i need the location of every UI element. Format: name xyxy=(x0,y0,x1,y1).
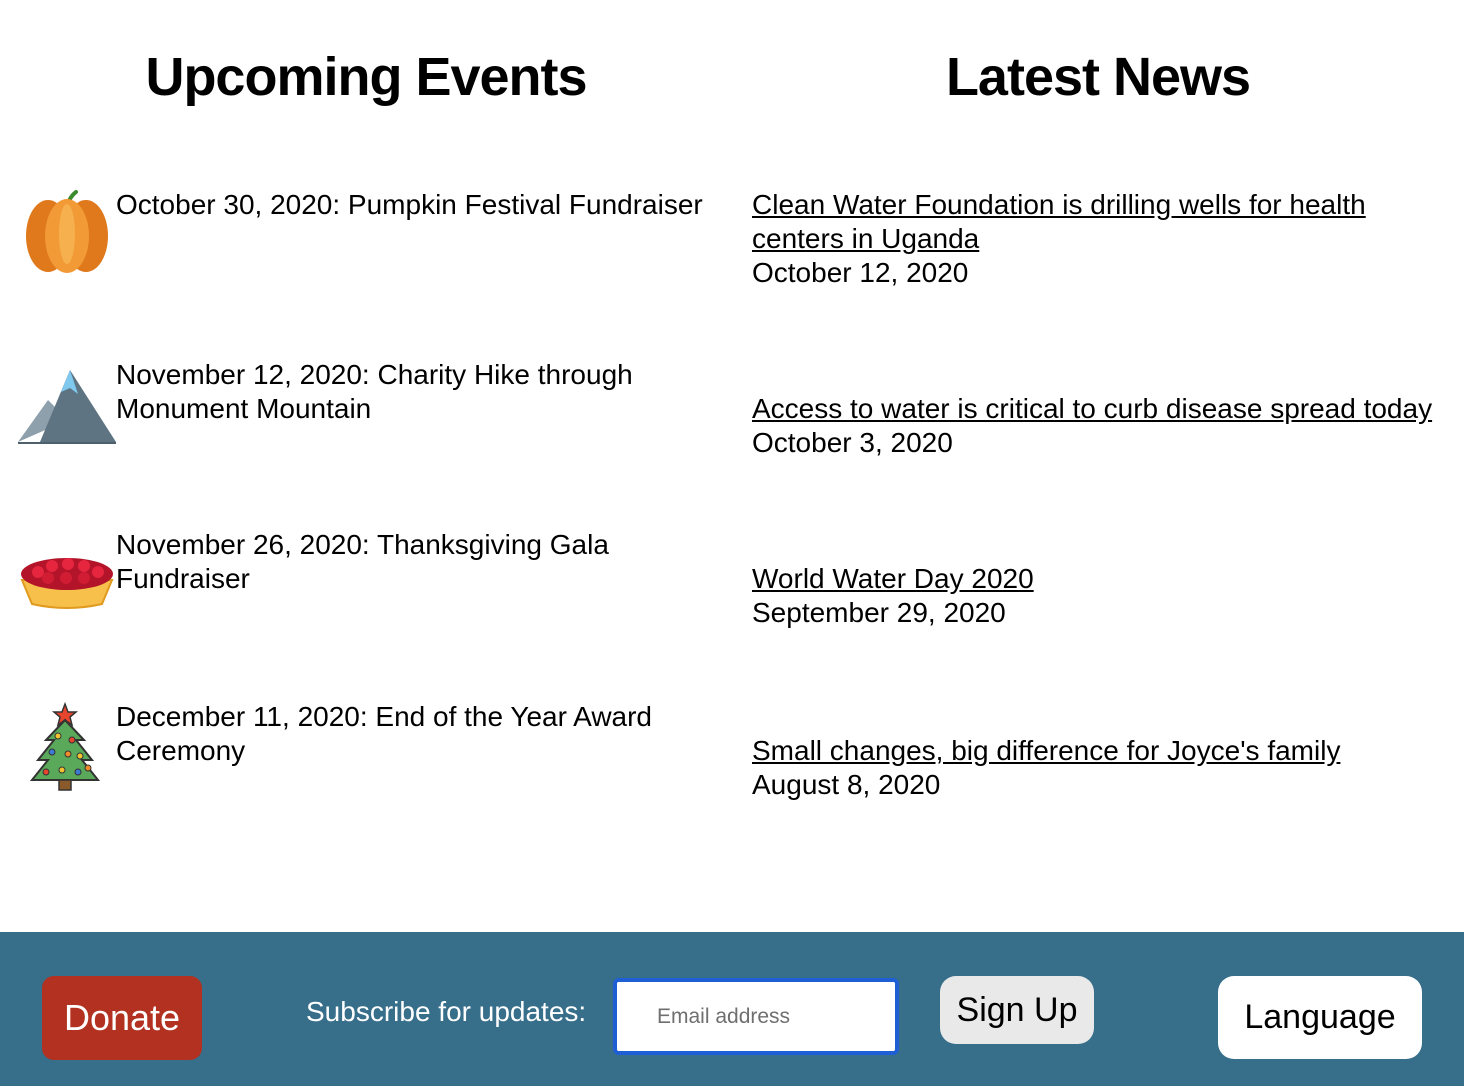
news-date: October 12, 2020 xyxy=(752,257,969,288)
footer: Donate Subscribe for updates: Sign Up La… xyxy=(0,932,1464,1086)
news-link[interactable]: Clean Water Foundation is drilling wells… xyxy=(752,188,1452,256)
news-date: September 29, 2020 xyxy=(752,597,1006,628)
page: Upcoming Events Latest News October 30, … xyxy=(0,0,1464,1086)
christmas-tree-icon xyxy=(29,701,101,791)
pumpkin-icon xyxy=(26,190,108,273)
news-heading: Latest News xyxy=(945,47,1251,107)
events-heading: Upcoming Events xyxy=(145,47,587,107)
news-link[interactable]: World Water Day 2020 xyxy=(752,562,1452,596)
news-item: Small changes, big difference for Joyce'… xyxy=(752,734,1452,802)
news-item: Access to water is critical to curb dise… xyxy=(752,392,1452,460)
mountain-icon xyxy=(18,370,116,444)
news-item: World Water Day 2020 September 29, 2020 xyxy=(752,562,1452,630)
news-link[interactable]: Small changes, big difference for Joyce'… xyxy=(752,734,1452,768)
email-input[interactable] xyxy=(613,978,899,1055)
event-text: November 12, 2020: Charity Hike through … xyxy=(116,359,633,424)
news-link[interactable]: Access to water is critical to curb dise… xyxy=(752,392,1452,426)
event-text: November 26, 2020: Thanksgiving Gala Fun… xyxy=(116,529,609,594)
donate-button[interactable]: Donate xyxy=(42,976,202,1060)
sign-up-button[interactable]: Sign Up xyxy=(940,976,1094,1044)
pie-icon xyxy=(20,558,114,609)
language-button[interactable]: Language xyxy=(1218,976,1422,1059)
event-text: October 30, 2020: Pumpkin Festival Fundr… xyxy=(116,189,703,220)
news-item: Clean Water Foundation is drilling wells… xyxy=(752,188,1452,290)
event-text: December 11, 2020: End of the Year Award… xyxy=(116,701,653,766)
subscribe-label: Subscribe for updates: xyxy=(306,996,587,1027)
news-date: October 3, 2020 xyxy=(752,427,953,458)
news-date: August 8, 2020 xyxy=(752,769,941,800)
